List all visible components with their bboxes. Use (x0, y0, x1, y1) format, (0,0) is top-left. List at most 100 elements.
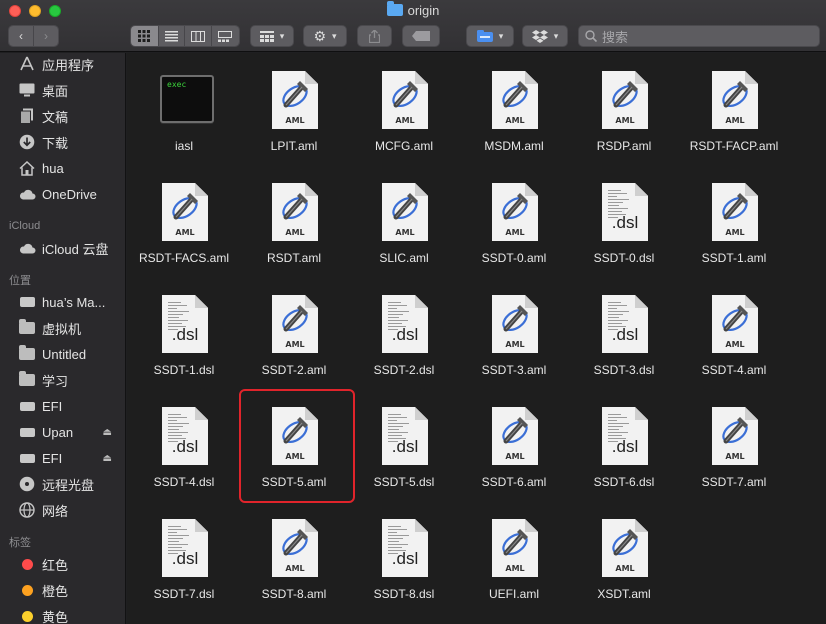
file-item[interactable]: AML SSDT-1.aml (679, 169, 789, 279)
edit-tags-button[interactable] (402, 25, 440, 47)
aml-file-icon: AML (492, 71, 538, 129)
file-item[interactable]: AML SSDT-4.aml (679, 281, 789, 391)
file-item[interactable]: .dsl SSDT-3.dsl (569, 281, 679, 391)
file-name: SSDT-7.aml (701, 475, 767, 489)
window-title: origin (0, 1, 826, 18)
dsl-badge: .dsl (171, 325, 199, 344)
drive-icon (19, 427, 35, 437)
file-item[interactable]: AML MCFG.aml (349, 57, 459, 167)
file-item[interactable]: AML SLIC.aml (349, 169, 459, 279)
sidebar-item-loc-4[interactable]: EFI (0, 393, 125, 419)
sidebar-item-loc-1[interactable]: 虚拟机 (0, 315, 125, 341)
file-item[interactable]: .dsl SSDT-0.dsl (569, 169, 679, 279)
sidebar-item-fav-5[interactable]: OneDrive (0, 181, 125, 207)
sidebar-icon-slot (18, 185, 36, 203)
search-icon (585, 30, 597, 42)
terminal-exec-icon: exec (160, 75, 214, 123)
file-item[interactable]: AML XSDT.aml (569, 505, 679, 615)
eject-icon[interactable]: ⏏ (103, 453, 112, 464)
group-by-button[interactable]: ▾ (250, 25, 294, 47)
sidebar-item-label: 桌面 (42, 83, 69, 99)
file-item[interactable]: AML RSDT-FACP.aml (679, 57, 789, 167)
sidebar-item-tag-1[interactable]: 橙色 (0, 577, 125, 603)
sidebar-item-loc-8[interactable]: 网络 (0, 497, 125, 523)
sidebar-icon-slot (18, 55, 36, 73)
file-name: SSDT-3.dsl (593, 363, 655, 377)
aml-badge: AML (725, 228, 745, 237)
list-view-button[interactable] (158, 26, 186, 46)
file-item[interactable]: AML SSDT-8.aml (239, 505, 349, 615)
file-item[interactable]: AML SSDT-3.aml (459, 281, 569, 391)
sidebar-item-label: 下载 (42, 135, 69, 151)
file-item[interactable]: .dsl SSDT-2.dsl (349, 281, 459, 391)
file-item[interactable]: AML LPIT.aml (239, 57, 349, 167)
dropbox-button[interactable]: ▾ (522, 25, 568, 47)
file-item[interactable]: AML MSDM.aml (459, 57, 569, 167)
sidebar-item-loc-0[interactable]: hua’s Ma... (0, 289, 125, 315)
sidebar-item-label: 远程光盘 (42, 477, 95, 493)
sidebar-item-loc-6[interactable]: EFI ⏏ (0, 445, 125, 471)
file-item[interactable]: AML SSDT-2.aml (239, 281, 349, 391)
sidebar-item-icloud-0[interactable]: iCloud 云盘 (0, 235, 125, 261)
sidebar-item-loc-3[interactable]: 学习 (0, 367, 125, 393)
sidebar-item-tag-0[interactable]: 红色 (0, 551, 125, 577)
dsl-badge: .dsl (391, 325, 419, 344)
chevron-left-icon: ‹ (19, 29, 23, 43)
search-field[interactable]: 搜索 (578, 25, 820, 47)
sidebar-item-fav-2[interactable]: 文稿 (0, 103, 125, 129)
file-item[interactable]: AML RSDT-FACS.aml (129, 169, 239, 279)
forward-button[interactable]: › (34, 26, 58, 46)
desktop-icon (19, 83, 35, 97)
icon-view-button[interactable] (131, 26, 159, 46)
airdrop-button[interactable]: ▾ (466, 25, 514, 47)
aml-file-icon: AML (602, 519, 648, 577)
dsl-file-icon: .dsl (382, 407, 428, 465)
chevron-down-icon: ▾ (498, 30, 504, 41)
aml-file-icon: AML (272, 519, 318, 577)
page-fold (195, 407, 208, 420)
back-button[interactable]: ‹ (9, 26, 34, 46)
share-icon (369, 29, 380, 43)
file-item[interactable]: AML RSDP.aml (569, 57, 679, 167)
sidebar-item-loc-7[interactable]: 远程光盘 (0, 471, 125, 497)
home-icon (19, 160, 35, 176)
wrench-icon (502, 305, 528, 332)
documents-icon (20, 108, 33, 124)
file-item[interactable]: AML SSDT-6.aml (459, 393, 569, 503)
file-item[interactable]: .dsl SSDT-5.dsl (349, 393, 459, 503)
file-name: MCFG.aml (375, 139, 433, 153)
aml-file-icon: AML (382, 183, 428, 241)
gear-icon: ⚙ (313, 27, 327, 44)
aml-file-icon: AML (602, 71, 648, 129)
file-item[interactable]: AML SSDT-5.aml (239, 389, 355, 503)
file-item[interactable]: AML SSDT-0.aml (459, 169, 569, 279)
file-item[interactable]: AML SSDT-7.aml (679, 393, 789, 503)
file-item[interactable]: AML UEFI.aml (459, 505, 569, 615)
column-view-button[interactable] (185, 26, 212, 46)
sidebar-item-loc-2[interactable]: Untitled (0, 341, 125, 367)
aml-file-icon: AML (712, 295, 758, 353)
downloads-icon (19, 134, 35, 150)
file-item[interactable]: AML RSDT.aml (239, 169, 349, 279)
sidebar-item-fav-0[interactable]: 应用程序 (0, 53, 125, 77)
file-item[interactable]: exec iasl (129, 57, 239, 167)
sidebar-item-fav-1[interactable]: 桌面 (0, 77, 125, 103)
file-item[interactable]: .dsl SSDT-6.dsl (569, 393, 679, 503)
sidebar-item-label: EFI (42, 398, 63, 414)
file-item[interactable]: .dsl SSDT-8.dsl (349, 505, 459, 615)
sidebar-item-fav-4[interactable]: hua (0, 155, 125, 181)
page-fold (635, 183, 648, 196)
action-button[interactable]: ⚙ ▾ (303, 25, 347, 47)
file-item[interactable]: .dsl SSDT-4.dsl (129, 393, 239, 503)
file-item[interactable]: .dsl SSDT-1.dsl (129, 281, 239, 391)
sidebar-item-tag-2[interactable]: 黄色 (0, 603, 125, 624)
share-button[interactable] (357, 25, 392, 47)
file-name: iasl (174, 139, 193, 153)
search-placeholder: 搜索 (602, 29, 629, 45)
sidebar-item-fav-3[interactable]: 下载 (0, 129, 125, 155)
file-item[interactable]: .dsl SSDT-7.dsl (129, 505, 239, 615)
sidebar-item-loc-5[interactable]: Upan ⏏ (0, 419, 125, 445)
eject-icon[interactable]: ⏏ (103, 427, 112, 438)
chevron-down-icon: ▾ (332, 30, 337, 41)
gallery-view-button[interactable] (211, 26, 239, 46)
